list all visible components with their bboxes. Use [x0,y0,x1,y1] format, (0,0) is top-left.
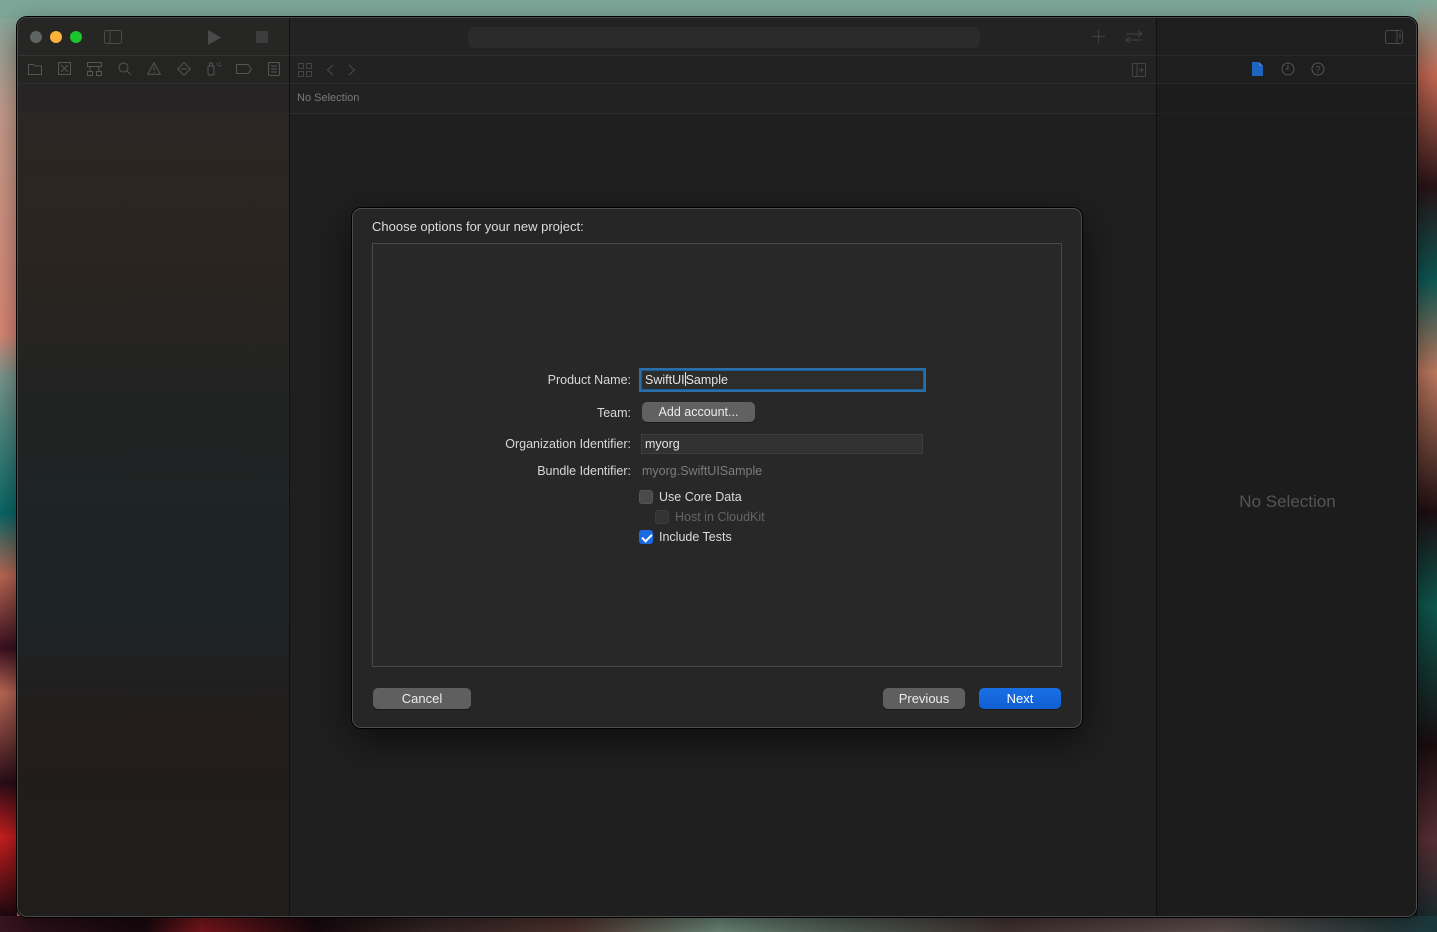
team-label: Team: [596,406,631,420]
warning-icon[interactable] [147,62,161,75]
add-editor-split-icon[interactable] [1132,63,1146,77]
product-name-label: Product Name: [547,373,631,387]
organization-identifier-label: Organization Identifier: [505,437,631,451]
bundle-identifier-value: myorg.SwiftUISample [642,464,763,478]
use-core-data-checkbox[interactable] [639,490,653,504]
report-list-icon[interactable] [268,62,280,76]
file-inspector-icon[interactable] [1252,62,1263,76]
go-forward-chevron-icon[interactable] [348,64,356,76]
inspector-no-selection-label: No Selection [1239,492,1336,511]
stop-icon[interactable] [256,31,268,43]
product-name-field[interactable]: SwiftUISample [641,370,924,390]
source-control-icon[interactable] [58,62,71,75]
organization-identifier-field[interactable]: myorg [641,434,923,454]
minimize-window-button[interactable] [50,31,62,43]
navigator-pane [18,18,290,916]
activity-status-bar [468,27,980,48]
desktop-wallpaper-left [0,18,17,918]
toggle-inspector-icon[interactable] [1385,30,1403,44]
breakpoint-tag-icon[interactable] [236,64,252,74]
add-account-button[interactable]: Add account... [642,402,755,422]
editor-jump-bar [290,56,1156,84]
host-in-cloudkit-checkbox [655,510,669,524]
editor-titlebar [290,18,1156,56]
test-diamond-icon[interactable] [177,62,191,76]
use-core-data-label[interactable]: Use Core Data [659,490,742,504]
cancel-button[interactable]: Cancel [373,688,471,709]
search-icon[interactable] [118,62,131,75]
next-button[interactable]: Next [979,688,1061,709]
navigator-filter-area [18,84,289,114]
history-icon[interactable] [1281,62,1295,76]
options-panel: Product Name: SwiftUISample Team: Add ac… [372,243,1062,667]
run-icon[interactable] [208,30,221,45]
inspector-titlebar [1157,18,1416,56]
desktop-wallpaper-bottom [0,916,1437,932]
navigator-titlebar [18,18,289,56]
go-back-chevron-icon[interactable] [326,64,334,76]
close-window-button[interactable] [30,31,42,43]
related-items-grid-icon[interactable] [298,63,312,77]
toggle-navigator-icon[interactable] [104,30,122,44]
new-project-options-sheet: Choose options for your new project: Pro… [352,208,1082,728]
editor-no-selection-label: No Selection [297,92,360,104]
debug-spray-icon[interactable] [207,61,222,76]
maximize-window-button[interactable] [70,31,82,43]
editor-path-bar: No Selection [290,84,1156,114]
navigator-selector-bar [18,56,289,84]
inspector-pane: ? No Selection [1157,18,1416,916]
product-name-text-before-caret: SwiftUI [645,373,685,387]
product-name-text-after-caret: Sample [685,373,728,387]
include-tests-label[interactable]: Include Tests [659,530,732,544]
desktop-wallpaper-right [1417,0,1437,932]
folder-icon[interactable] [28,63,42,75]
inspector-subheader [1157,84,1416,114]
inspector-tab-bar: ? [1157,56,1416,84]
include-tests-checkbox[interactable] [639,530,653,544]
sheet-title: Choose options for your new project: [372,219,584,234]
hierarchy-icon[interactable] [87,62,102,76]
code-review-arrows-icon[interactable] [1124,30,1144,44]
svg-text:?: ? [1315,65,1320,75]
host-in-cloudkit-label: Host in CloudKit [675,510,765,524]
quick-help-icon[interactable]: ? [1311,62,1325,76]
previous-button[interactable]: Previous [883,688,965,709]
add-library-icon[interactable] [1092,30,1105,43]
bundle-identifier-label: Bundle Identifier: [537,464,631,478]
